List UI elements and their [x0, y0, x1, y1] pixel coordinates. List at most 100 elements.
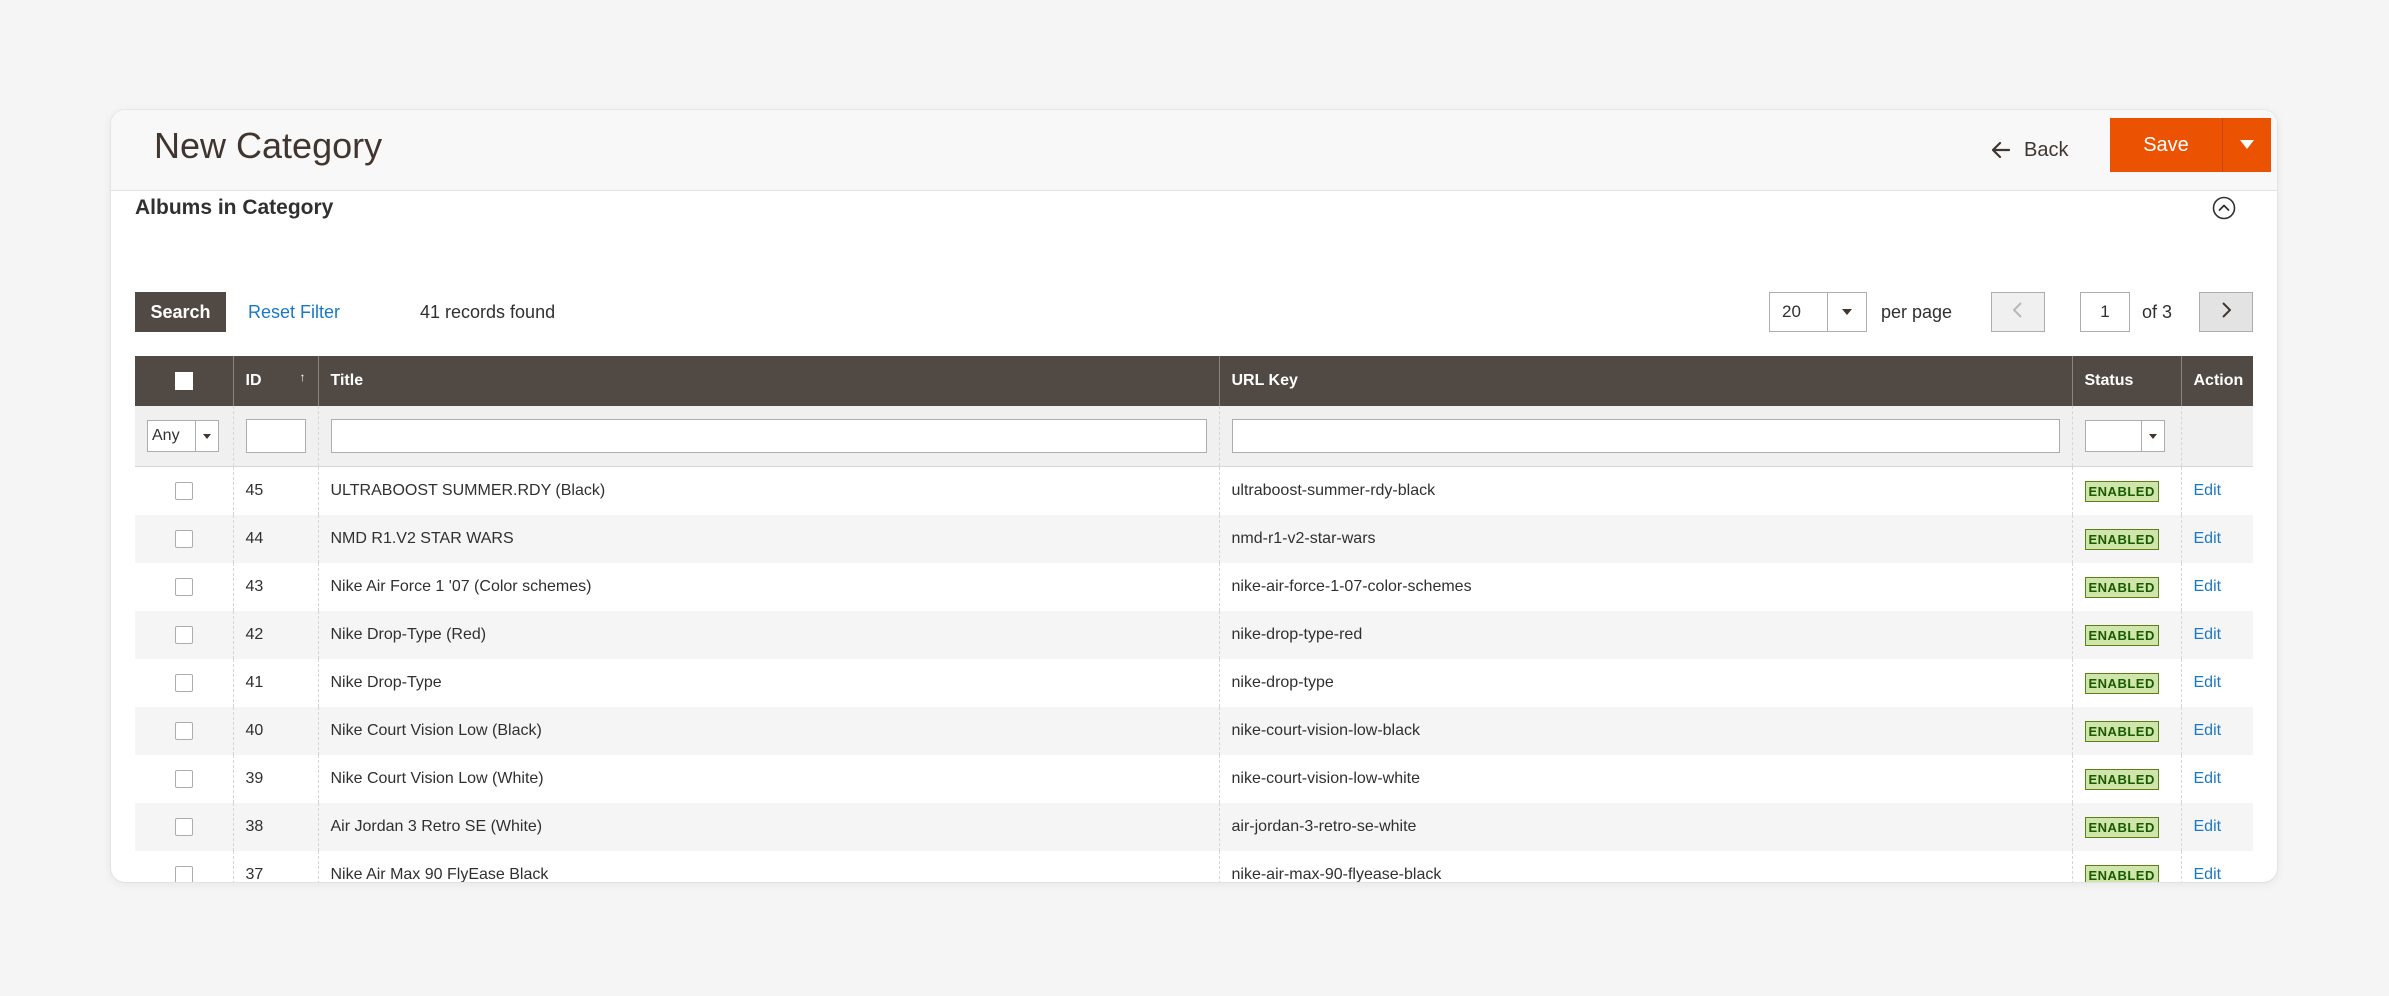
in-category-filter-select[interactable]: Any [147, 420, 219, 452]
back-button[interactable]: Back [1992, 130, 2068, 170]
caret-down-icon [2140, 421, 2164, 451]
edit-link[interactable]: Edit [2194, 770, 2222, 787]
title-filter-input[interactable] [330, 419, 1207, 453]
row-title: Nike Drop-Type [317, 659, 1219, 707]
table-row: 38 Air Jordan 3 Retro SE (White) air-jorda… [135, 803, 2253, 851]
row-select-cell [135, 755, 233, 803]
search-button[interactable]: Search [135, 292, 226, 332]
caret-down-icon [2240, 136, 2254, 154]
row-title: Air Jordan 3 Retro SE (White) [317, 803, 1219, 851]
filter-cell-id [232, 406, 318, 467]
section-title: Albums in Category [135, 196, 334, 219]
edit-link[interactable]: Edit [2194, 626, 2222, 643]
row-select-cell [135, 803, 233, 851]
row-title: Nike Court Vision Low (Black) [317, 707, 1219, 755]
row-id: 45 [232, 466, 318, 515]
caret-down-icon [1827, 293, 1866, 331]
category-panel: New Category Back Save Albums in Categor… [111, 110, 2277, 882]
select-all-checkbox[interactable] [174, 371, 193, 390]
row-checkbox[interactable] [174, 625, 193, 644]
row-select-cell [135, 563, 233, 611]
edit-link[interactable]: Edit [2194, 722, 2222, 739]
row-url-key: nike-court-vision-low-black [1218, 707, 2072, 755]
row-id: 38 [232, 803, 318, 851]
row-id: 41 [232, 659, 318, 707]
grid-header-row: ID ↑ Title URL Key Status Action [135, 356, 2253, 406]
row-id: 37 [232, 851, 318, 882]
row-action-cell: Edit [2180, 851, 2253, 882]
row-status-cell: ENABLED [2071, 707, 2181, 755]
status-badge: ENABLED [2084, 768, 2159, 790]
row-select-cell [135, 707, 233, 755]
filter-cell-action [2180, 406, 2253, 467]
column-header-action: Action [2180, 356, 2253, 406]
row-select-cell [135, 466, 233, 515]
edit-link[interactable]: Edit [2194, 866, 2222, 882]
edit-link[interactable]: Edit [2194, 578, 2222, 595]
row-title: Nike Drop-Type (Red) [317, 611, 1219, 659]
row-url-key: nike-drop-type-red [1218, 611, 2072, 659]
row-checkbox[interactable] [174, 865, 193, 882]
row-checkbox[interactable] [174, 721, 193, 740]
table-row: 45 ULTRABOOST SUMMER.RDY (Black) ultraboos… [135, 466, 2253, 515]
row-status-cell: ENABLED [2071, 466, 2181, 515]
row-checkbox[interactable] [174, 817, 193, 836]
status-filter-value [2086, 421, 2141, 451]
row-url-key: nmd-r1-v2-star-wars [1218, 515, 2072, 563]
select-all-checkbox-header[interactable] [135, 356, 233, 406]
row-action-cell: Edit [2180, 515, 2253, 563]
page-total: of 3 [2142, 302, 2173, 322]
column-header-status[interactable]: Status [2071, 356, 2181, 406]
row-select-cell [135, 851, 233, 882]
row-checkbox[interactable] [174, 529, 193, 548]
row-action-cell: Edit [2180, 803, 2253, 851]
row-checkbox[interactable] [174, 481, 193, 500]
row-id: 42 [232, 611, 318, 659]
table-row: 44 NMD R1.V2 STAR WARS nmd-r1-v2-star-wars… [135, 515, 2253, 563]
status-badge: ENABLED [2084, 864, 2159, 882]
row-id: 43 [232, 563, 318, 611]
row-select-cell [135, 659, 233, 707]
save-split-button: Save [2110, 118, 2271, 172]
row-url-key: ultraboost-summer-rdy-black [1218, 466, 2072, 515]
row-status-cell: ENABLED [2071, 611, 2181, 659]
grid-toolbar: Search Reset Filter 41 records found 20 … [135, 292, 2253, 332]
status-badge: ENABLED [2084, 480, 2159, 502]
per-page-select[interactable]: 20 [1769, 292, 1867, 332]
row-checkbox[interactable] [174, 577, 193, 596]
column-header-title[interactable]: Title [317, 356, 1219, 406]
column-header-url-key[interactable]: URL Key [1218, 356, 2072, 406]
filter-select-value: Any [152, 427, 180, 444]
row-url-key: nike-air-force-1-07-color-schemes [1218, 563, 2072, 611]
current-page-input[interactable] [2080, 292, 2130, 332]
row-url-key: nike-court-vision-low-white [1218, 755, 2072, 803]
row-checkbox[interactable] [174, 673, 193, 692]
page-header: New Category Back Save [111, 110, 2277, 191]
column-header-id[interactable]: ID ↑ [232, 356, 318, 406]
edit-link[interactable]: Edit [2194, 674, 2222, 691]
per-page-value: 20 [1782, 302, 1801, 321]
table-row: 40 Nike Court Vision Low (Black) nike-cour… [135, 707, 2253, 755]
id-filter-input[interactable] [245, 419, 306, 453]
previous-page-button[interactable] [1991, 292, 2045, 332]
save-options-toggle[interactable] [2223, 118, 2271, 172]
edit-link[interactable]: Edit [2194, 530, 2222, 547]
table-row: 43 Nike Air Force 1 '07 (Color schemes) ni… [135, 563, 2253, 611]
collapse-up-icon[interactable] [2212, 196, 2236, 225]
chevron-left-icon [2012, 301, 2023, 323]
edit-link[interactable]: Edit [2194, 482, 2222, 499]
url-key-filter-input[interactable] [1231, 419, 2060, 453]
reset-filter-link[interactable]: Reset Filter [248, 292, 340, 332]
save-button[interactable]: Save [2110, 118, 2223, 172]
row-checkbox[interactable] [174, 769, 193, 788]
next-page-button[interactable] [2199, 292, 2253, 332]
sort-arrow-icon: ↑ [299, 370, 306, 384]
row-status-cell: ENABLED [2071, 659, 2181, 707]
row-id: 39 [232, 755, 318, 803]
row-id: 40 [232, 707, 318, 755]
edit-link[interactable]: Edit [2194, 818, 2222, 835]
back-label: Back [2024, 138, 2069, 161]
chevron-right-icon [2221, 301, 2232, 323]
status-filter-select[interactable] [2084, 420, 2165, 452]
status-badge: ENABLED [2084, 672, 2159, 694]
